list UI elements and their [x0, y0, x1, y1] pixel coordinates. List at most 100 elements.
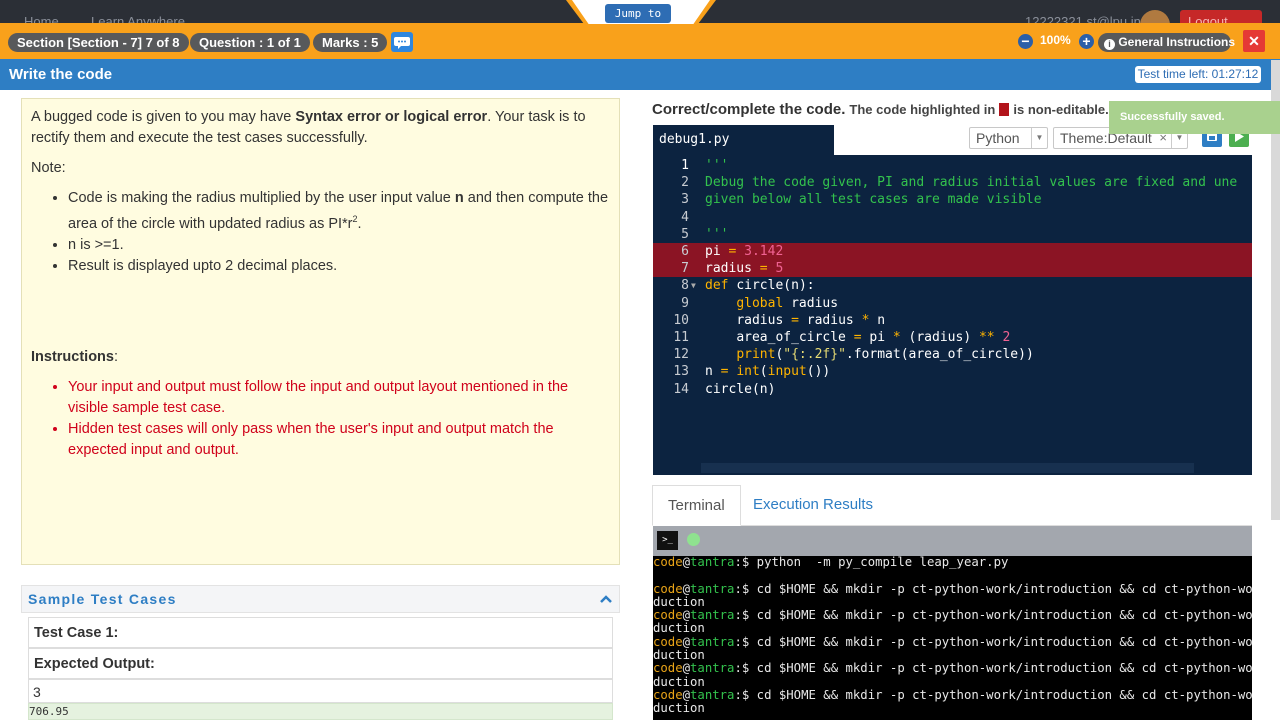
output-tabs: Terminal Execution Results — [652, 485, 1252, 526]
jump-to-button[interactable]: Jump to — [605, 4, 671, 23]
code-line[interactable]: 14 circle(n) — [653, 381, 1252, 398]
terminal-line: duction — [653, 648, 705, 663]
code-line[interactable]: 11 area_of_circle = pi * (radius) ** 2 — [653, 329, 1252, 346]
terminal-output[interactable]: code@tantra:$ python -m py_compile leap_… — [653, 556, 1252, 720]
code-line-readonly[interactable]: 7 radius = 5 — [653, 260, 1252, 278]
code-line[interactable]: 1 ''' — [653, 157, 1252, 174]
sample-test-cases-title: Sample Test Cases — [28, 591, 177, 607]
instruction-item: Your input and output must follow the in… — [68, 377, 610, 419]
test-case-label: Test Case 1: — [34, 625, 119, 641]
code-line[interactable]: 2 Debug the code given, PI and radius ini… — [653, 174, 1252, 191]
question-badge[interactable]: Question : 1 of 1 — [190, 33, 310, 52]
zoom-in-button[interactable]: + — [1079, 34, 1094, 49]
fold-arrow-icon[interactable]: ▼ — [691, 277, 696, 294]
terminal-line: code@tantra:$ cd $HOME && mkdir -p ct-py… — [653, 581, 1252, 596]
page-title: Write the code — [9, 66, 113, 83]
code-line-readonly[interactable]: 6 pi = 3.142 — [653, 243, 1252, 260]
code-text[interactable]: pi = 3.142 — [705, 243, 783, 260]
terminal-line: code@tantra:$ python -m py_compile leap_… — [653, 556, 1009, 569]
note-item: Code is making the radius multiplied by … — [68, 188, 610, 235]
code-line[interactable]: 8 def circle(n): ▼ — [653, 277, 1252, 294]
language-select[interactable]: Python ▼ — [969, 127, 1048, 149]
note-item: n is >=1. — [68, 235, 610, 256]
terminal-toolbar: >_ — [653, 526, 1252, 556]
code-line[interactable]: 4 — [653, 209, 1252, 226]
line-number: 6 — [681, 244, 689, 259]
code-area[interactable]: 1 ''' 2 Debug the code given, PI and radius… — [653, 155, 1252, 465]
logout-label: Logout — [1188, 14, 1228, 23]
code-text[interactable]: ''' — [705, 157, 728, 174]
instructions-list: Your input and output must follow the in… — [68, 377, 610, 461]
line-number: 3 — [681, 192, 689, 208]
line-number: 5 — [681, 226, 689, 242]
notes-list: Code is making the radius multiplied by … — [68, 188, 610, 277]
sample-input-value: 3 — [33, 684, 41, 700]
status-dot-icon — [687, 533, 700, 546]
marks-badge: Marks : 5 — [313, 33, 388, 52]
expected-output-label: Expected Output: — [34, 656, 155, 672]
tab-terminal[interactable]: Terminal — [652, 485, 741, 526]
chat-icon — [394, 37, 410, 49]
nav-user-email: 12222321.st@lpu.in — [1025, 14, 1141, 23]
code-text[interactable]: radius = 5 — [705, 260, 783, 277]
code-text[interactable]: n = int(input()) — [705, 363, 830, 380]
chevron-up-icon[interactable] — [599, 593, 613, 605]
code-text[interactable]: area_of_circle = pi * (radius) ** 2 — [705, 329, 1010, 346]
user-avatar[interactable] — [1140, 10, 1170, 23]
close-button[interactable]: ✕ — [1243, 30, 1265, 52]
chat-button[interactable] — [391, 32, 413, 52]
sample-test-cases-header[interactable]: Sample Test Cases — [21, 585, 620, 613]
code-text[interactable]: def circle(n): — [705, 277, 815, 294]
zoom-level: 100% — [1040, 33, 1071, 47]
problem-statement-panel: A bugged code is given to you may have S… — [21, 98, 620, 565]
sample-input-box: 3 — [28, 679, 613, 703]
section-badge[interactable]: Section [Section - 7] 7 of 8 — [8, 33, 189, 52]
chevron-down-icon: ▼ — [1031, 128, 1047, 148]
general-instructions-button[interactable]: i General Instructions — [1098, 33, 1235, 52]
line-number: 2 — [681, 175, 689, 191]
terminal-line: code@tantra:$ cd $HOME && mkdir -p ct-py… — [653, 608, 1252, 623]
line-number: 7 — [681, 261, 689, 277]
problem-intro: A bugged code is given to you may have S… — [31, 109, 586, 146]
line-number: 11 — [673, 330, 689, 345]
editor-horizontal-scrollbar[interactable] — [701, 463, 1194, 473]
tab-execution-results[interactable]: Execution Results — [738, 485, 888, 526]
code-text[interactable]: Debug the code given, PI and radius init… — [705, 174, 1237, 191]
sample-output-value: 706.95 — [29, 705, 69, 718]
test-case-label-box: Test Case 1: — [28, 617, 613, 648]
code-line[interactable]: 10 radius = radius * n — [653, 312, 1252, 329]
line-number: 4 — [681, 209, 689, 225]
file-tab[interactable]: debug1.py — [653, 125, 834, 155]
code-text[interactable]: global radius — [705, 295, 838, 312]
line-number: 14 — [673, 381, 689, 397]
logout-button[interactable]: Logout — [1180, 10, 1262, 23]
terminal-line: code@tantra:$ cd $HOME && mkdir -p ct-py… — [653, 634, 1252, 649]
code-line[interactable]: 9 global radius — [653, 295, 1252, 312]
code-line[interactable]: 5 ''' — [653, 226, 1252, 243]
code-line[interactable]: 12 print("{:.2f}".format(area_of_circle)… — [653, 346, 1252, 363]
line-number: 12 — [673, 347, 689, 363]
line-number: 10 — [673, 312, 689, 328]
nav-learn-link[interactable]: Learn Anywhere — [91, 14, 185, 23]
terminal-icon[interactable]: >_ — [657, 531, 678, 550]
note-label: Note: — [31, 160, 66, 176]
terminal-line: code@tantra:$ cd $HOME && mkdir -p ct-py… — [653, 661, 1252, 676]
zoom-out-button[interactable]: − — [1018, 34, 1033, 49]
editor-heading: Correct/complete the code. The code high… — [652, 101, 1109, 118]
line-number: 1 — [681, 158, 689, 173]
code-line[interactable]: 3 given below all test cases are made vis… — [653, 191, 1252, 208]
code-text[interactable]: print("{:.2f}".format(area_of_circle)) — [705, 346, 1033, 363]
code-text[interactable]: circle(n) — [705, 381, 775, 398]
nav-home-link[interactable]: Home — [24, 14, 59, 23]
code-editor[interactable]: debug1.py Python ▼ Theme:Default × ▼ 1 ''' 2 D… — [653, 125, 1252, 475]
terminal-line: code@tantra:$ cd $HOME && mkdir -p ct-py… — [653, 687, 1252, 702]
code-text[interactable]: radius = radius * n — [705, 312, 885, 329]
code-text[interactable]: ''' — [705, 226, 728, 243]
line-number: 13 — [673, 364, 689, 380]
terminal-line: duction — [653, 701, 705, 716]
terminal-line: duction — [653, 674, 705, 689]
code-text[interactable]: given below all test cases are made visi… — [705, 191, 1042, 208]
code-line[interactable]: 13 n = int(input()) — [653, 363, 1252, 380]
instruction-item: Hidden test cases will only pass when th… — [68, 419, 610, 461]
